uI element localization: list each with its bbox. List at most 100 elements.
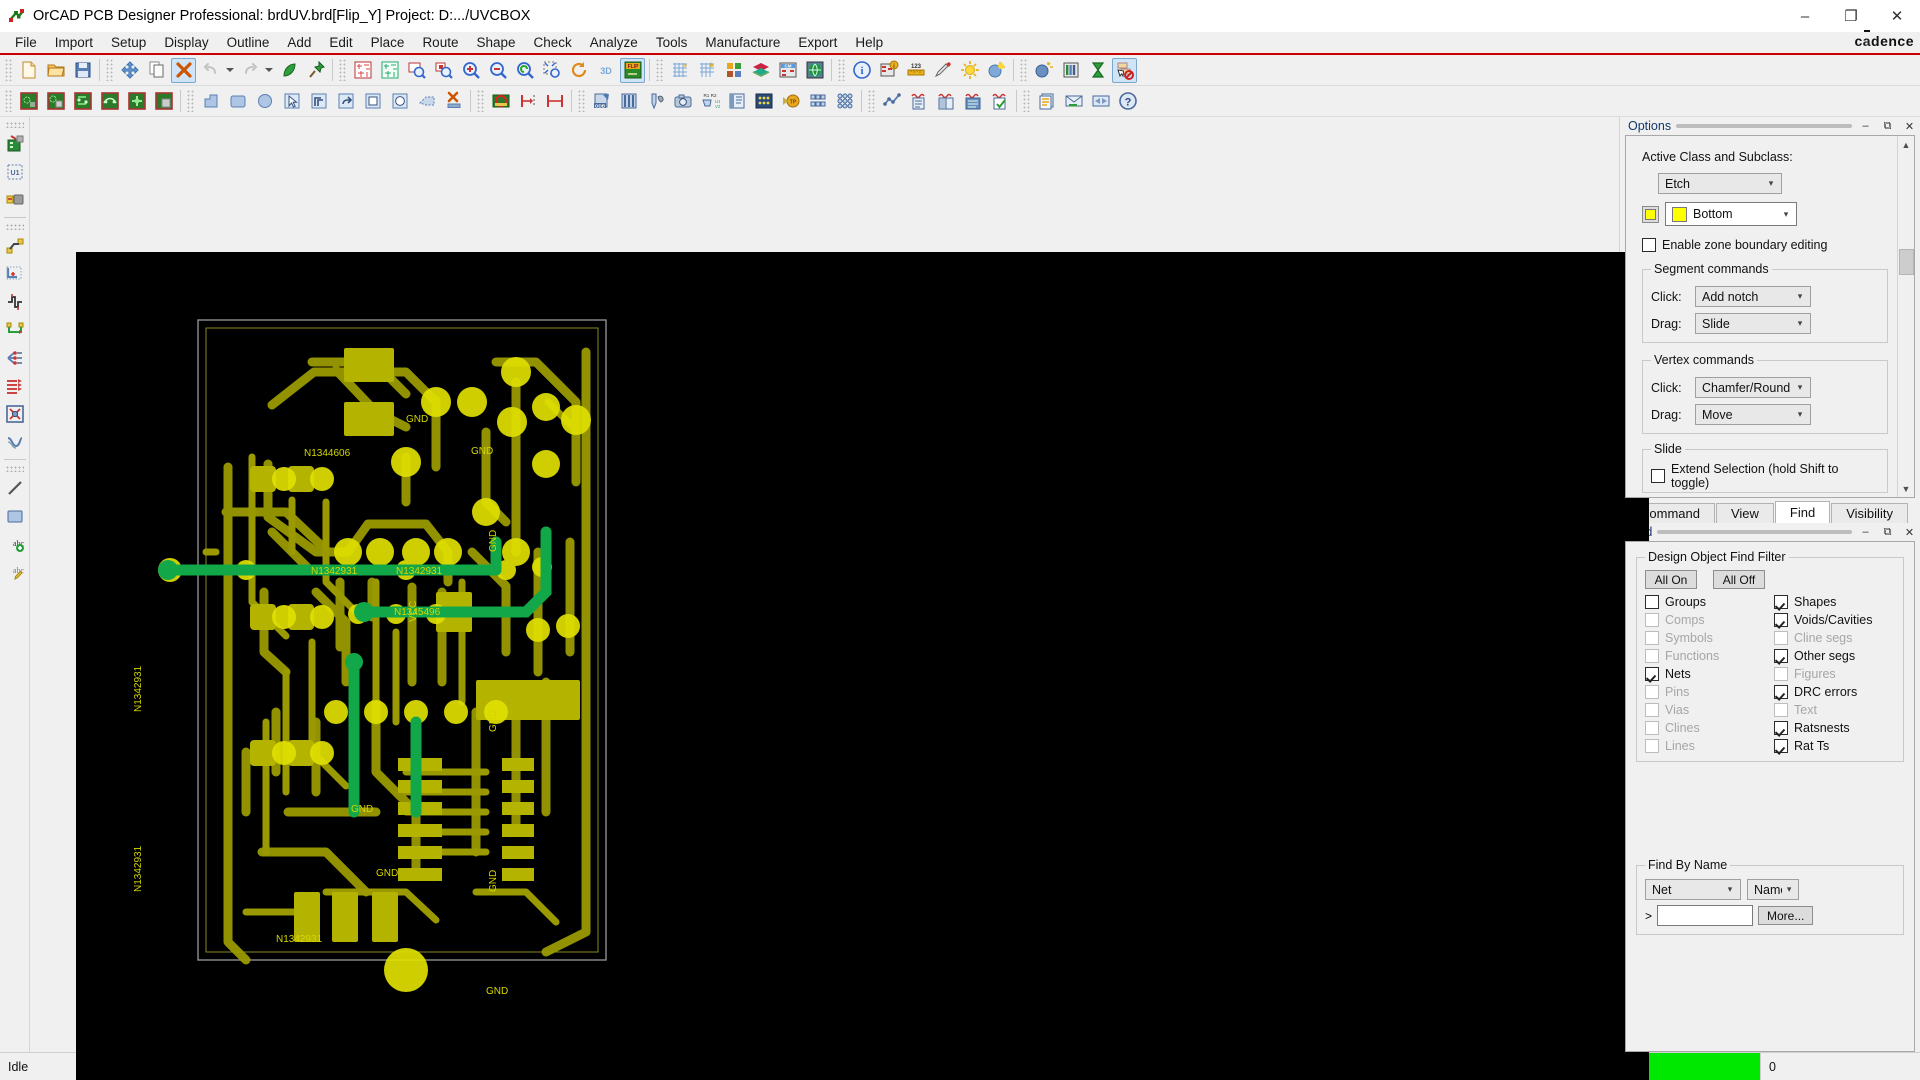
toolbar-grip[interactable] <box>5 59 12 81</box>
menu-outline[interactable]: Outline <box>218 33 279 52</box>
shape-rect-icon[interactable] <box>225 89 250 114</box>
reports-icon[interactable] <box>1034 89 1059 114</box>
tab-visibility[interactable]: Visibility <box>1831 503 1908 523</box>
add-line-icon[interactable] <box>2 475 28 501</box>
toolbar-grip[interactable] <box>106 59 113 81</box>
property-icon[interactable] <box>276 58 301 83</box>
new-file-icon[interactable] <box>16 58 41 83</box>
menu-display[interactable]: Display <box>155 33 217 52</box>
cm-icon[interactable]: CM <box>775 58 800 83</box>
hourglass-icon[interactable] <box>1085 58 1110 83</box>
grid-toggle-icon[interactable] <box>667 58 692 83</box>
options-scrollbar[interactable]: ▲ ▼ <box>1897 136 1914 497</box>
find-filter-nets[interactable]: Nets <box>1645 667 1766 681</box>
testprep-icon[interactable] <box>751 89 776 114</box>
sig-model-icon[interactable] <box>960 89 985 114</box>
find-filter-shapes[interactable]: Shapes <box>1774 595 1895 609</box>
help-icon[interactable]: ? <box>1115 89 1140 114</box>
shape-circle-icon[interactable] <box>252 89 277 114</box>
options-close-button[interactable]: ✕ <box>1901 118 1918 134</box>
delay-tune-icon[interactable] <box>2 289 28 315</box>
flip-design-icon[interactable]: FLIP <box>620 58 645 83</box>
find-filter-rat-ts[interactable]: Rat Ts <box>1774 739 1895 753</box>
spread-between-icon[interactable] <box>2 429 28 455</box>
find-filter-figures[interactable]: Figures <box>1774 667 1895 681</box>
find-filter-groups[interactable]: Groups <box>1645 595 1766 609</box>
menu-add[interactable]: Add <box>278 33 320 52</box>
toolbar-grip[interactable] <box>1020 59 1027 81</box>
find-filter-clines[interactable]: Clines <box>1645 721 1766 735</box>
find-filter-vias[interactable]: Vias <box>1645 703 1766 717</box>
edit-text-icon[interactable]: abc <box>2 559 28 585</box>
options-scroll-thumb[interactable] <box>1899 249 1914 275</box>
shape-select-icon[interactable] <box>279 89 304 114</box>
dehighlight-icon[interactable] <box>957 58 982 83</box>
menu-export[interactable]: Export <box>789 33 846 52</box>
no-select-icon[interactable] <box>1112 58 1137 83</box>
find-by-name-type-select[interactable]: Net ▾ <box>1645 879 1741 900</box>
shape-polygon-icon[interactable] <box>198 89 223 114</box>
subclass-icon[interactable] <box>748 58 773 83</box>
pin-icon[interactable] <box>303 58 328 83</box>
find-filter-text[interactable]: Text <box>1774 703 1895 717</box>
panel-icon[interactable] <box>805 89 830 114</box>
silkscreen-icon[interactable]: R1 R2U1V2 <box>697 89 722 114</box>
find-filter-symbols[interactable]: Symbols <box>1645 631 1766 645</box>
tab-find[interactable]: Find <box>1775 501 1830 523</box>
shape-void-poly-icon[interactable] <box>414 89 439 114</box>
zoom-selection-icon[interactable] <box>539 58 564 83</box>
find-filter-cline-segs[interactable]: Cline segs <box>1774 631 1895 645</box>
highlight-icon[interactable] <box>930 58 955 83</box>
menu-check[interactable]: Check <box>525 33 581 52</box>
shape-void-circ-icon[interactable] <box>387 89 412 114</box>
nc-drill-icon[interactable] <box>643 89 668 114</box>
zoom-all-icon[interactable] <box>377 58 402 83</box>
vertex-drag-select[interactable]: Move ▾ <box>1695 404 1811 425</box>
shape-edit-icon[interactable] <box>306 89 331 114</box>
place-autoplace-icon[interactable] <box>124 89 149 114</box>
find-close-button[interactable]: ✕ <box>1901 524 1918 540</box>
find-filter-functions[interactable]: Functions <box>1645 649 1766 663</box>
toolbar-grip[interactable] <box>5 90 12 112</box>
place-swap-icon[interactable] <box>70 89 95 114</box>
spacing-left-icon[interactable] <box>515 89 540 114</box>
bus-route-icon[interactable] <box>2 373 28 399</box>
dimension-icon[interactable]: 123 <box>903 58 928 83</box>
redo-dropdown-icon[interactable] <box>263 58 275 83</box>
spacing-both-icon[interactable] <box>542 89 567 114</box>
menu-analyze[interactable]: Analyze <box>581 33 647 52</box>
report-book-icon[interactable] <box>724 89 749 114</box>
show-element-icon[interactable]: i <box>849 58 874 83</box>
redraw-icon[interactable] <box>566 58 591 83</box>
find-minimize-button[interactable]: – <box>1857 524 1874 540</box>
array-icon[interactable] <box>832 89 857 114</box>
undo-icon[interactable] <box>198 58 223 83</box>
toolbar-grip[interactable] <box>838 59 845 81</box>
artwork-icon[interactable] <box>616 89 641 114</box>
find-filter-lines[interactable]: Lines <box>1645 739 1766 753</box>
vertex-click-select[interactable]: Chamfer/Round ▾ <box>1695 377 1811 398</box>
global-icon[interactable] <box>802 58 827 83</box>
toolbar-grip[interactable] <box>6 122 24 128</box>
options-minimize-button[interactable]: – <box>1857 118 1874 134</box>
find-filter-other-segs[interactable]: Other segs <box>1774 649 1895 663</box>
toolbar-grip[interactable] <box>187 90 194 112</box>
active-class-select[interactable]: Etch ▾ <box>1658 173 1782 194</box>
add-connect-icon[interactable] <box>2 233 28 259</box>
shape-void-rect-icon[interactable] <box>360 89 385 114</box>
sig-library-icon[interactable] <box>933 89 958 114</box>
zoom-window-icon[interactable] <box>404 58 429 83</box>
color-palette-icon[interactable] <box>721 58 746 83</box>
zoom-center-icon[interactable] <box>431 58 456 83</box>
segment-drag-select[interactable]: Slide ▾ <box>1695 313 1811 334</box>
menu-import[interactable]: Import <box>46 33 102 52</box>
place-quickplace-icon[interactable] <box>43 89 68 114</box>
options-restore-button[interactable]: ⧉ <box>1879 118 1896 134</box>
active-subclass-select[interactable]: Bottom ▾ <box>1665 202 1797 226</box>
shape-delete-icon[interactable] <box>441 89 466 114</box>
find-restore-button[interactable]: ⧉ <box>1879 524 1896 540</box>
place-update-icon[interactable] <box>97 89 122 114</box>
all-off-button[interactable]: All Off <box>1713 570 1765 589</box>
toolbar-grip[interactable] <box>868 90 875 112</box>
undo-dropdown-icon[interactable] <box>224 58 236 83</box>
